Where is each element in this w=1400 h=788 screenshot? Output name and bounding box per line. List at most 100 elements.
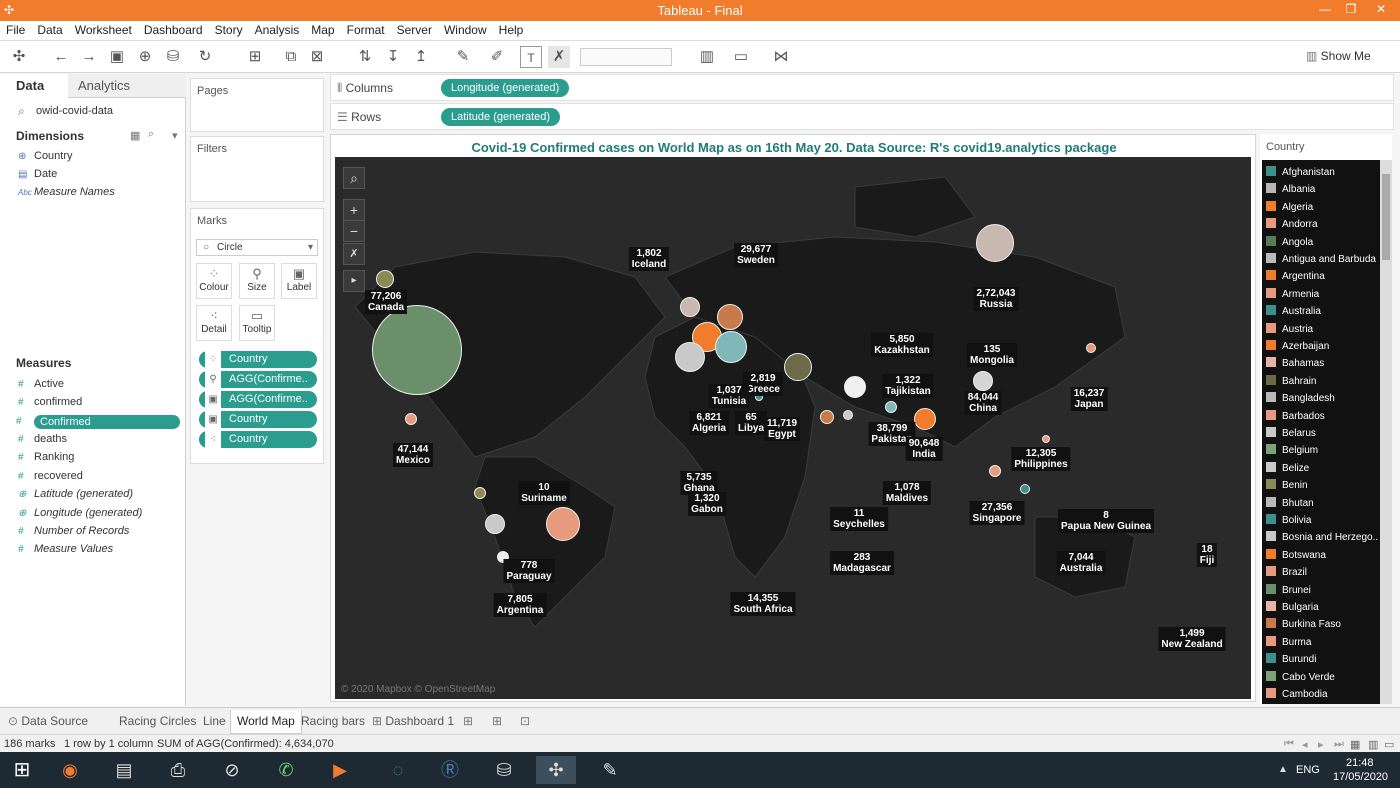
tab-world-map[interactable]: World Map — [230, 710, 302, 734]
dimension-measure-names[interactable]: Abc Measure Names — [18, 186, 115, 198]
legend-item[interactable]: Burkina Faso — [1266, 618, 1341, 635]
legend-scrollbar[interactable] — [1380, 160, 1392, 704]
start-icon[interactable]: ⊞ — [2, 756, 42, 784]
mark-type-dropdown[interactable]: ○ Circle ▾ — [196, 239, 318, 256]
columns-shelf[interactable]: ⦀ Columns Longitude (generated) — [330, 74, 1394, 101]
country-bubble[interactable] — [844, 376, 866, 398]
fit-dropdown[interactable] — [580, 48, 672, 66]
tab-racing-bars[interactable]: Racing bars — [301, 714, 365, 728]
menu-item-data[interactable]: Data — [31, 21, 68, 37]
highlight-icon[interactable]: ✎ — [452, 46, 474, 68]
columns-pill-longitude[interactable]: Longitude (generated) — [441, 79, 570, 97]
undo-icon[interactable]: ← — [50, 46, 72, 68]
close-icon[interactable]: ✕ — [1370, 2, 1392, 16]
prev-page-icon[interactable]: ◂ — [1302, 738, 1308, 751]
rows-shelf[interactable]: ☰ Rows Latitude (generated) — [330, 103, 1394, 130]
expand-toolbar-icon[interactable]: ▸ — [343, 270, 365, 292]
pages-shelf[interactable]: Pages — [190, 78, 324, 132]
mark-pill-label-confirmed[interactable]: ▣ AGG(Confirme.. — [199, 391, 317, 408]
mark-pill-detail-country[interactable]: ⁖ Country — [199, 431, 317, 448]
menu-item-window[interactable]: Window — [438, 21, 493, 37]
legend-item[interactable]: Argentina — [1266, 270, 1325, 287]
clock-time[interactable]: 21:48 — [1346, 757, 1374, 769]
legend-item[interactable]: Bangladesh — [1266, 392, 1335, 409]
country-bubble[interactable] — [680, 297, 700, 317]
country-bubble[interactable] — [376, 270, 394, 288]
new-datasource-icon[interactable]: ⊕ — [134, 46, 156, 68]
dimension-country[interactable]: ⊕ Country — [18, 150, 73, 162]
share-icon[interactable]: ⋈ — [770, 46, 792, 68]
world-map[interactable]: ⌕ + − ✗ ▸ 1,802 Iceland 29,677 Sweden 2,72,0… — [335, 157, 1251, 699]
legend-item[interactable]: Bhutan — [1266, 496, 1314, 514]
grid-view-icon[interactable]: ▦ — [1350, 738, 1360, 751]
legend-item[interactable]: Barbados — [1266, 409, 1325, 427]
show-cards-icon[interactable]: ▥ — [696, 46, 718, 68]
country-bubble[interactable] — [715, 331, 747, 363]
legend-item[interactable]: Andorra — [1266, 218, 1318, 235]
legend-scroll-thumb[interactable] — [1382, 174, 1390, 260]
country-bubble[interactable] — [885, 401, 897, 413]
legend-item[interactable]: Cabo Verde — [1266, 670, 1335, 688]
next-page-icon[interactable]: ▸ — [1318, 738, 1324, 751]
mark-pill-colour-country[interactable]: ⁘ Country — [199, 351, 317, 368]
datasource-name[interactable]: owid-covid-data — [36, 105, 113, 117]
country-bubble[interactable] — [675, 342, 705, 372]
menu-item-map[interactable]: Map — [305, 21, 340, 37]
tab-line[interactable]: Line — [203, 714, 226, 728]
legend-item[interactable]: Bahrain — [1266, 374, 1316, 392]
tab-analytics[interactable]: Analytics — [68, 74, 186, 98]
legend-item[interactable]: Austria — [1266, 322, 1313, 340]
country-bubble[interactable] — [485, 514, 505, 534]
tab-view-icon[interactable]: ▭ — [1384, 738, 1394, 751]
measure-latitude-generated[interactable]: ⊕ Latitude (generated) — [18, 488, 133, 500]
tableau-taskbar-icon[interactable]: ✣ — [536, 756, 576, 784]
country-bubble[interactable] — [1086, 343, 1096, 353]
menu-item-analysis[interactable]: Analysis — [249, 21, 306, 37]
language-indicator[interactable]: ENG — [1296, 764, 1320, 776]
database-icon[interactable]: ⛁ — [484, 756, 524, 784]
legend-item[interactable]: Burma — [1266, 635, 1311, 653]
legend-item[interactable]: Australia — [1266, 305, 1321, 322]
mark-pill-size-confirmed[interactable]: ⚲ AGG(Confirme.. — [199, 371, 317, 388]
country-bubble[interactable] — [976, 224, 1014, 262]
legend-item[interactable]: Burundi — [1266, 653, 1316, 670]
measure-confirmed[interactable]: # confirmed — [18, 396, 82, 408]
measure-deaths[interactable]: # deaths — [18, 433, 67, 445]
media-player-icon[interactable]: ▶ — [320, 756, 360, 784]
pause-updates-icon[interactable]: ⛁ — [162, 46, 184, 68]
tab-data[interactable]: Data — [0, 74, 68, 98]
rows-pill-latitude[interactable]: Latitude (generated) — [441, 108, 561, 126]
measure-number-of-records[interactable]: # Number of Records — [18, 525, 129, 537]
menu-item-server[interactable]: Server — [391, 21, 438, 37]
r-icon[interactable]: Ⓡ — [430, 756, 470, 784]
minimize-icon[interactable]: — — [1314, 2, 1336, 16]
duplicate-sheet-icon[interactable]: ⧉ — [280, 46, 302, 68]
first-page-icon[interactable]: ⏮ — [1284, 738, 1294, 751]
country-bubble[interactable] — [989, 465, 1001, 477]
dimension-date[interactable]: ▤ Date — [18, 168, 57, 180]
refresh-icon[interactable]: ↻ — [194, 46, 216, 68]
filters-shelf[interactable]: Filters — [190, 136, 324, 202]
chrome-icon[interactable]: ◉ — [50, 756, 90, 784]
clear-sheet-icon[interactable]: ⊠ — [306, 46, 328, 68]
show-me-button[interactable]: ▥ Show Me — [1306, 49, 1371, 63]
country-bubble[interactable] — [843, 410, 853, 420]
sort-descending-icon[interactable]: ↥ — [410, 46, 432, 68]
colour-button[interactable]: ⁘ Colour — [196, 263, 232, 299]
view-options-icon[interactable]: ▦ — [130, 129, 140, 142]
country-bubble[interactable] — [717, 304, 743, 330]
legend-item[interactable]: Belarus — [1266, 427, 1316, 444]
country-bubble[interactable] — [372, 305, 462, 395]
legend-item[interactable]: Albania — [1266, 183, 1315, 200]
country-bubble[interactable] — [784, 353, 812, 381]
country-bubble[interactable] — [405, 413, 417, 425]
legend-item[interactable]: Bulgaria — [1266, 601, 1319, 618]
maximize-icon[interactable]: ❐ — [1340, 2, 1362, 16]
redo-icon[interactable]: → — [78, 46, 100, 68]
legend-item[interactable]: Angola — [1266, 235, 1313, 253]
measure-ranking[interactable]: # Ranking — [18, 451, 74, 463]
draw-icon[interactable]: ⊘ — [212, 756, 252, 784]
measure-longitude-generated[interactable]: ⊕ Longitude (generated) — [18, 507, 142, 519]
legend-item[interactable]: Brazil — [1266, 566, 1307, 583]
size-button[interactable]: ⚲ Size — [239, 263, 275, 299]
